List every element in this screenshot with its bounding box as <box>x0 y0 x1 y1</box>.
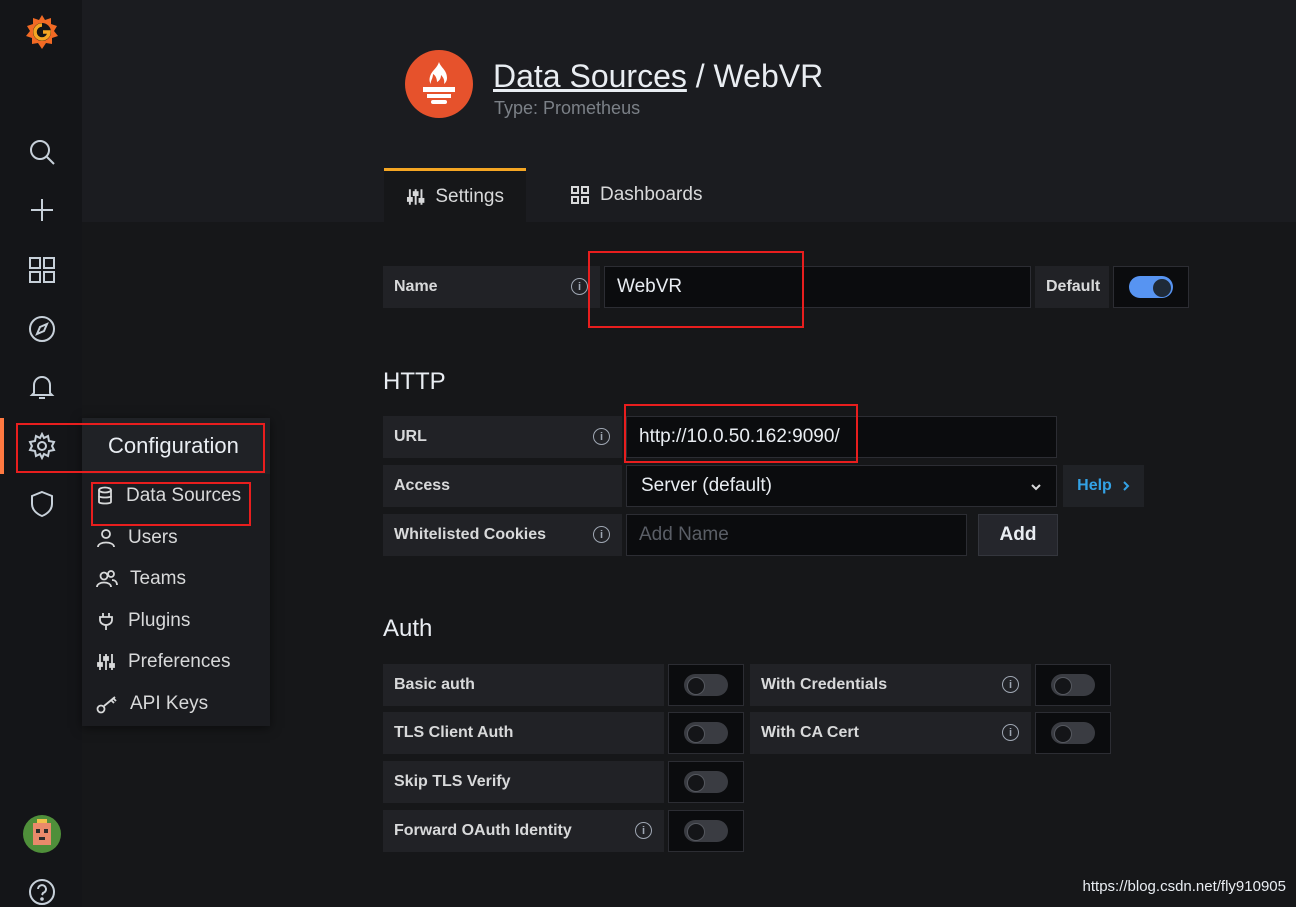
info-icon[interactable]: i <box>593 526 610 543</box>
help-icon[interactable] <box>22 872 62 907</box>
access-label: Access <box>383 465 622 507</box>
chevron-down-icon <box>1031 484 1041 491</box>
grafana-logo-icon[interactable] <box>22 12 62 52</box>
with-credentials-label: With Credentials i <box>750 664 1031 706</box>
default-toggle[interactable] <box>1113 266 1189 308</box>
menu-item-teams[interactable]: Teams <box>96 564 186 594</box>
info-icon[interactable]: i <box>571 278 588 295</box>
active-indicator <box>0 418 4 474</box>
sidebar <box>0 0 82 907</box>
bell-icon[interactable] <box>22 367 62 407</box>
info-icon[interactable]: i <box>1002 676 1019 693</box>
menu-item-label: Data Sources <box>126 485 242 506</box>
datasource-title: WebVR <box>713 58 824 94</box>
gear-icon[interactable] <box>22 426 62 466</box>
forward-oauth-label: Forward OAuth Identity i <box>383 810 664 852</box>
chevron-right-icon <box>1123 481 1130 491</box>
basic-auth-label: Basic auth <box>383 664 664 706</box>
access-select-value: Server (default) <box>641 475 772 496</box>
menu-item-plugins[interactable]: Plugins <box>96 606 190 636</box>
info-icon[interactable]: i <box>635 822 652 839</box>
page-title: Data Sources / WebVR <box>493 58 823 95</box>
name-input[interactable]: WebVR <box>604 266 1031 308</box>
access-select[interactable]: Server (default) <box>626 465 1057 507</box>
menu-item-data-sources[interactable]: Data Sources <box>96 481 241 511</box>
with-credentials-switch[interactable] <box>1051 674 1095 696</box>
url-label-text: URL <box>394 428 427 445</box>
tls-client-auth-toggle[interactable] <box>668 712 744 754</box>
auth-section-title: Auth <box>383 615 433 642</box>
menu-item-label: Preferences <box>128 651 231 672</box>
url-input[interactable]: http://10.0.50.162:9090/ <box>626 416 1057 458</box>
help-button[interactable]: Help <box>1063 465 1144 507</box>
tab-dashboards-label: Dashboards <box>600 184 703 205</box>
shield-icon[interactable] <box>22 484 62 524</box>
skip-tls-verify-toggle[interactable] <box>668 761 744 803</box>
sliders-icon <box>97 654 115 670</box>
user-icon <box>97 529 115 548</box>
basic-auth-switch[interactable] <box>684 674 728 696</box>
forward-oauth-toggle[interactable] <box>668 810 744 852</box>
basic-auth-toggle[interactable] <box>668 664 744 706</box>
name-label: Name i <box>383 266 600 308</box>
forward-oauth-switch[interactable] <box>684 820 728 842</box>
skip-tls-verify-label: Skip TLS Verify <box>383 761 664 803</box>
with-ca-cert-toggle[interactable] <box>1035 712 1111 754</box>
default-label: Default <box>1035 266 1109 308</box>
forward-oauth-text: Forward OAuth Identity <box>394 822 572 839</box>
with-ca-cert-switch[interactable] <box>1051 722 1095 744</box>
breadcrumb-data-sources-link[interactable]: Data Sources <box>493 58 687 94</box>
help-button-label: Help <box>1077 477 1112 494</box>
http-section-title: HTTP <box>383 368 446 395</box>
tab-dashboards[interactable]: Dashboards <box>548 168 724 222</box>
users-icon <box>96 570 118 588</box>
breadcrumb-separator: / <box>686 58 714 94</box>
default-switch[interactable] <box>1129 276 1173 298</box>
with-credentials-toggle[interactable] <box>1035 664 1111 706</box>
apps-icon <box>571 186 589 204</box>
with-ca-cert-text: With CA Cert <box>761 724 859 741</box>
plug-icon <box>99 613 113 630</box>
add-cookie-button[interactable]: Add <box>978 514 1058 556</box>
info-icon[interactable]: i <box>1002 724 1019 741</box>
configuration-menu: Configuration Data Sources Users Teams P… <box>82 418 270 726</box>
watermark: https://blog.csdn.net/fly910905 <box>1082 878 1286 895</box>
configuration-menu-title[interactable]: Configuration <box>82 418 270 474</box>
menu-item-label: Teams <box>130 568 186 589</box>
url-label: URL i <box>383 416 622 458</box>
cookie-name-input[interactable]: Add Name <box>626 514 967 556</box>
menu-item-label: Plugins <box>128 610 191 631</box>
database-icon <box>98 486 112 505</box>
menu-item-preferences[interactable]: Preferences <box>96 647 230 677</box>
datasource-type: Type: Prometheus <box>494 98 641 118</box>
avatar[interactable] <box>23 815 61 853</box>
menu-item-label: API Keys <box>130 693 209 714</box>
search-icon[interactable] <box>22 132 62 172</box>
dashboards-icon[interactable] <box>22 250 62 290</box>
key-icon <box>96 696 117 714</box>
with-ca-cert-label: With CA Cert i <box>750 712 1031 754</box>
skip-tls-verify-switch[interactable] <box>684 771 728 793</box>
menu-item-api-keys[interactable]: API Keys <box>96 689 208 719</box>
whitelisted-cookies-label: Whitelisted Cookies i <box>383 514 622 556</box>
with-credentials-text: With Credentials <box>761 676 888 693</box>
menu-item-users[interactable]: Users <box>96 523 178 553</box>
whitelisted-cookies-text: Whitelisted Cookies <box>394 526 547 543</box>
compass-icon[interactable] <box>22 309 62 349</box>
plus-icon[interactable] <box>22 190 62 230</box>
prometheus-logo-icon <box>405 50 473 118</box>
tls-client-auth-switch[interactable] <box>684 722 728 744</box>
name-label-text: Name <box>394 278 438 295</box>
tls-client-auth-label: TLS Client Auth <box>383 712 664 754</box>
info-icon[interactable]: i <box>593 428 610 445</box>
menu-item-label: Users <box>128 527 178 548</box>
tab-settings-label: Settings <box>435 185 504 207</box>
sliders-icon <box>406 188 425 205</box>
tab-settings[interactable]: Settings <box>384 168 526 222</box>
